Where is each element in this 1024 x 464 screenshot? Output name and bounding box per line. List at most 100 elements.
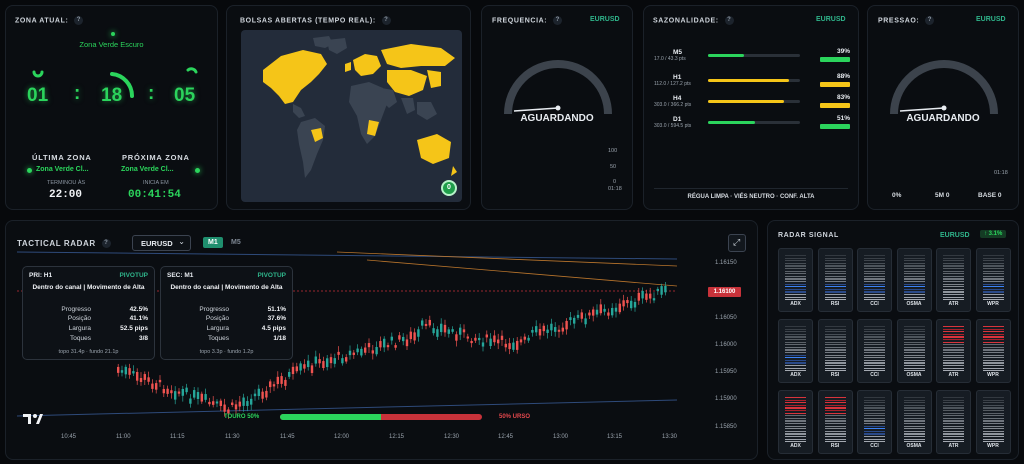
signal-strip bbox=[903, 341, 925, 343]
candle-body bbox=[538, 329, 542, 336]
candle-body bbox=[234, 404, 238, 410]
indicator-tile-rsi[interactable]: RSI bbox=[817, 248, 853, 312]
signal-strip bbox=[785, 262, 806, 264]
signal-strip bbox=[982, 273, 1004, 275]
signal-strip bbox=[824, 399, 846, 401]
y-label: 1.15950 bbox=[715, 369, 737, 375]
toggle-m5[interactable]: M5 bbox=[226, 237, 246, 248]
indicator-tile-adx[interactable]: ADX bbox=[778, 319, 813, 383]
candle-body bbox=[162, 388, 165, 394]
help-icon[interactable]: ? bbox=[925, 16, 935, 25]
signal-strip bbox=[903, 415, 925, 417]
indicator-label: ADX bbox=[790, 443, 801, 449]
signal-strip bbox=[982, 425, 1004, 427]
indicator-tile-rsi[interactable]: RSI bbox=[817, 319, 853, 383]
indicator-tile-adx[interactable]: ADX bbox=[778, 390, 813, 454]
indicator-tile-wpr[interactable]: WPR bbox=[975, 319, 1011, 383]
indicator-label: ATR bbox=[948, 301, 959, 307]
candle-body bbox=[238, 401, 241, 407]
signal-strip bbox=[943, 260, 964, 262]
candle-body bbox=[603, 308, 606, 312]
ultima-zona-value: Zona Verde Cl... bbox=[36, 166, 89, 173]
indicator-label: ADX bbox=[790, 372, 801, 378]
indicator-tile-wpr[interactable]: WPR bbox=[975, 248, 1011, 312]
indicator-tile-cci[interactable]: CCI bbox=[857, 319, 892, 383]
candle-body bbox=[132, 371, 135, 374]
indicator-tile-adx[interactable]: ADX bbox=[778, 248, 813, 312]
season-row-bar-fill bbox=[708, 54, 744, 57]
indicator-tile-osma[interactable]: OSMA bbox=[896, 248, 932, 312]
help-icon[interactable]: ? bbox=[381, 16, 391, 25]
indicator-tile-osma[interactable]: OSMA bbox=[896, 390, 932, 454]
signal-strip bbox=[864, 336, 885, 338]
signal-strip bbox=[943, 255, 964, 257]
indicator-tile-atr[interactable]: ATR bbox=[936, 390, 971, 454]
candle-body bbox=[223, 404, 226, 412]
toggle-m1[interactable]: M1 bbox=[203, 237, 223, 248]
candle-body bbox=[656, 288, 659, 292]
signal-strip bbox=[943, 331, 964, 333]
bull-label: TOURO 50% bbox=[224, 414, 260, 420]
candle-body bbox=[512, 342, 515, 350]
x-label: 13:00 bbox=[553, 434, 569, 440]
signal-strip bbox=[943, 423, 964, 425]
indicator-tile-wpr[interactable]: WPR bbox=[975, 390, 1011, 454]
candle-body bbox=[516, 340, 519, 350]
signal-strip bbox=[903, 410, 925, 412]
indicator-tile-cci[interactable]: CCI bbox=[857, 248, 892, 312]
signal-strip bbox=[824, 410, 846, 412]
proxima-zona-dot bbox=[195, 168, 200, 173]
indicator-label: WPR bbox=[987, 443, 999, 449]
signal-strip bbox=[824, 326, 846, 328]
signal-strip bbox=[943, 336, 964, 338]
help-icon[interactable]: ? bbox=[101, 239, 111, 249]
signal-strip bbox=[903, 352, 925, 354]
signal-strip bbox=[943, 341, 964, 343]
signal-strip bbox=[903, 278, 925, 280]
candle-body bbox=[519, 339, 523, 343]
signal-strip bbox=[785, 333, 806, 335]
radar-signal-pair: EURUSD bbox=[940, 232, 970, 239]
signal-strip bbox=[785, 438, 806, 440]
candle-body bbox=[117, 366, 120, 373]
signal-strip bbox=[943, 436, 964, 438]
indicator-tile-atr[interactable]: ATR bbox=[936, 248, 971, 312]
signal-strip bbox=[943, 265, 964, 267]
frequencia-scale-100: 100 bbox=[608, 148, 618, 154]
indicator-tile-atr[interactable]: ATR bbox=[936, 319, 971, 383]
proxima-zona-title: PRÓXIMA ZONA bbox=[122, 153, 190, 162]
candle-body bbox=[417, 329, 420, 337]
candle-body bbox=[466, 336, 469, 339]
signal-strip bbox=[824, 281, 846, 283]
signal-strip bbox=[982, 407, 1004, 409]
signal-strip bbox=[864, 428, 885, 430]
signal-strip bbox=[824, 357, 846, 359]
help-icon[interactable]: ? bbox=[724, 16, 734, 25]
help-icon[interactable]: ? bbox=[553, 16, 563, 25]
signal-strip bbox=[824, 407, 846, 409]
candle-body bbox=[189, 398, 192, 404]
signal-strip bbox=[824, 262, 846, 264]
timer-sep-1: : bbox=[74, 83, 81, 104]
signal-strip bbox=[864, 283, 885, 285]
indicator-tile-rsi[interactable]: RSI bbox=[817, 390, 853, 454]
candle-body bbox=[535, 326, 538, 333]
signal-strip bbox=[824, 344, 846, 346]
indicator-tile-osma[interactable]: OSMA bbox=[896, 319, 932, 383]
candle-body bbox=[276, 376, 279, 385]
signal-strip bbox=[824, 436, 846, 438]
symbol-select[interactable]: EURUSD ⌄ bbox=[132, 235, 191, 251]
help-icon[interactable]: ? bbox=[74, 16, 84, 25]
expand-button[interactable]: ⤢ bbox=[728, 234, 746, 252]
signal-strip bbox=[982, 428, 1004, 430]
season-row-bar bbox=[708, 121, 800, 124]
signal-strip bbox=[864, 349, 885, 351]
signal-strip bbox=[903, 399, 925, 401]
candle-body bbox=[341, 358, 344, 364]
indicator-tile-cci[interactable]: CCI bbox=[857, 390, 892, 454]
signal-strip bbox=[903, 404, 925, 406]
signal-strip bbox=[824, 425, 846, 427]
signal-strip bbox=[864, 417, 885, 419]
signal-strip bbox=[824, 397, 846, 399]
signal-strip bbox=[903, 402, 925, 404]
